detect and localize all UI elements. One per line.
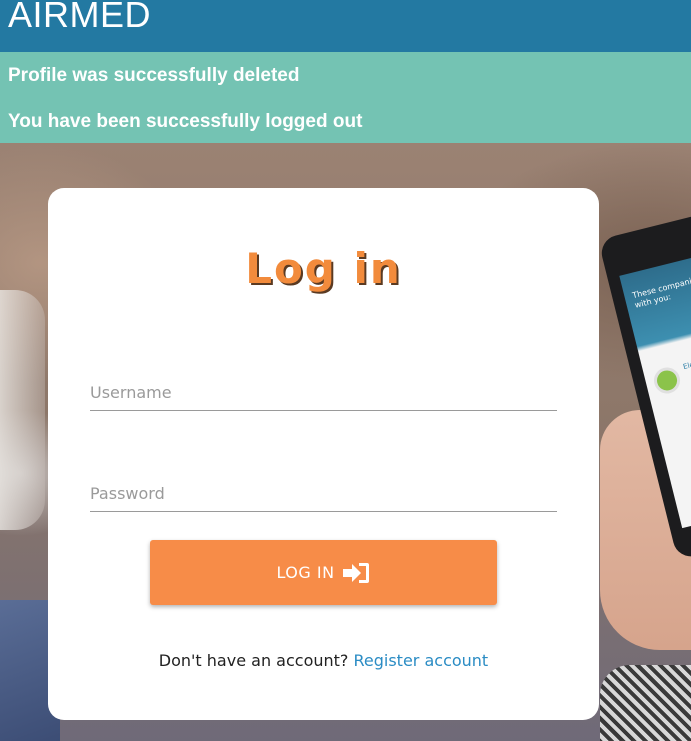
phone-screen-label: Eleme... — [682, 356, 691, 372]
page: These companies w... with you: Eleme... … — [0, 0, 691, 741]
alert-logged-out: You have been successfully logged out — [8, 111, 363, 132]
background-glass — [0, 290, 45, 530]
flash-messages: Profile was successfully deleted You hav… — [0, 52, 691, 143]
username-input[interactable] — [90, 383, 557, 402]
register-prompt: Don't have an account? Register account — [48, 651, 599, 670]
background-sleeve — [600, 665, 691, 741]
sign-in-icon — [341, 561, 371, 585]
brand-logo[interactable]: AIRMED — [8, 0, 151, 36]
top-navbar: AIRMED — [0, 0, 691, 52]
page-title: Log in — [245, 244, 402, 293]
phone-screen-badge-icon — [651, 364, 683, 397]
password-input[interactable] — [90, 484, 557, 503]
register-prompt-text: Don't have an account? — [158, 651, 349, 670]
register-account-link[interactable]: Register account — [354, 651, 489, 670]
phone-screen-text: These companies w... with you: — [631, 271, 691, 310]
username-field-wrapper — [90, 370, 557, 411]
password-field-wrapper — [90, 471, 557, 512]
login-card: Log in LOG IN Don't have an account? Reg… — [48, 188, 599, 720]
login-button[interactable]: LOG IN — [150, 540, 497, 605]
login-button-label: LOG IN — [276, 563, 335, 582]
alert-profile-deleted: Profile was successfully deleted — [8, 65, 300, 86]
